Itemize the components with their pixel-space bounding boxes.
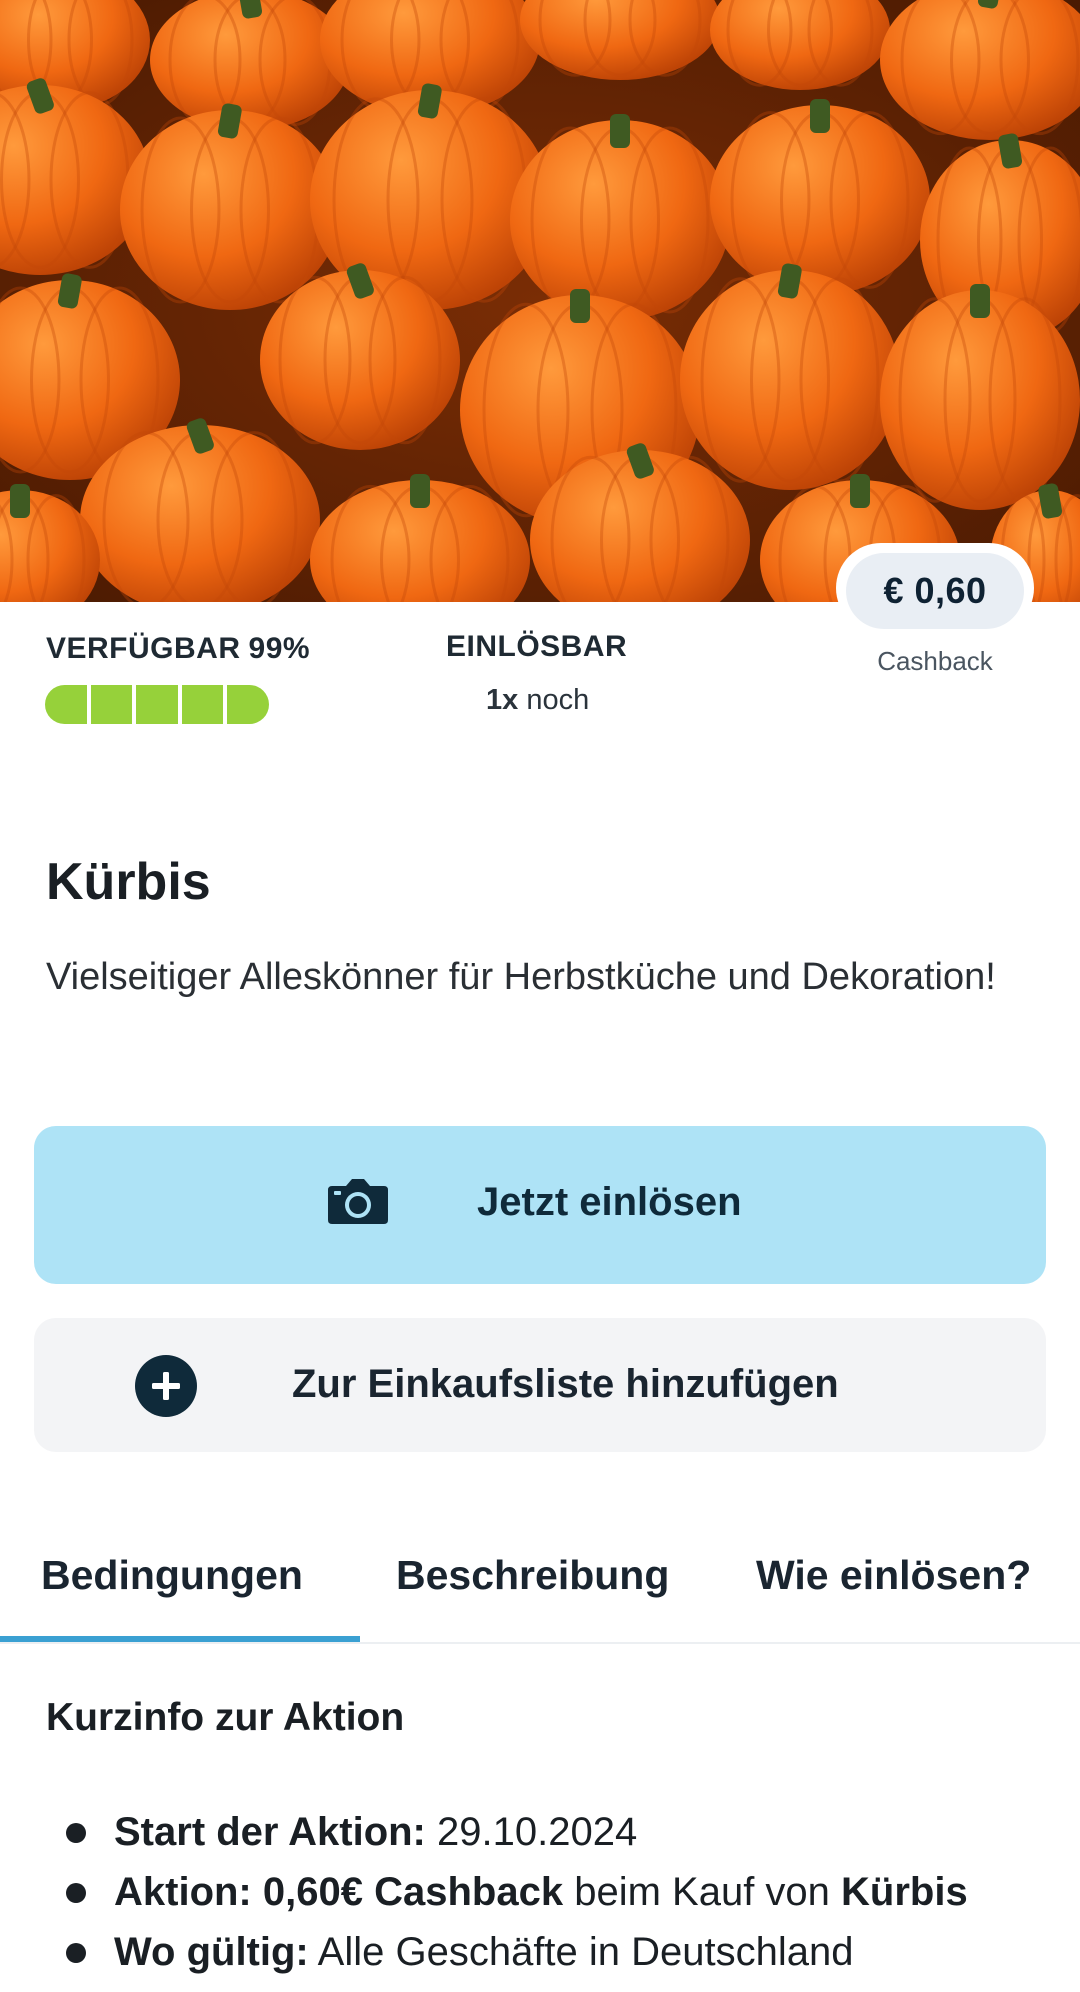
pumpkin-shape bbox=[520, 0, 720, 80]
pumpkin-stem bbox=[410, 474, 430, 508]
availability-bar bbox=[45, 685, 269, 724]
availability-label: VERFÜGBAR 99% bbox=[46, 632, 310, 666]
availability-segment bbox=[136, 685, 178, 724]
tab-how-to-redeem[interactable]: Wie einlösen? bbox=[756, 1552, 1031, 1599]
add-to-shopping-list-button[interactable]: Zur Einkaufsliste hinzufügen bbox=[34, 1318, 1046, 1452]
info-item-key: Wo gültig: bbox=[114, 1930, 309, 1974]
pumpkin-shape bbox=[150, 0, 350, 130]
availability-percent: 99% bbox=[248, 632, 311, 665]
info-item-start: Start der Aktion: 29.10.2024 bbox=[66, 1802, 1066, 1862]
cashback-label: Cashback bbox=[877, 646, 993, 676]
info-item-location: Wo gültig: Alle Geschäfte in Deutschland bbox=[66, 1922, 1066, 1982]
pumpkin-shape bbox=[880, 290, 1080, 510]
redeemable-count-number: 1x bbox=[486, 684, 519, 716]
availability-segment bbox=[90, 685, 133, 724]
add-to-shopping-list-label: Zur Einkaufsliste hinzufügen bbox=[292, 1362, 839, 1406]
pumpkin-stem bbox=[610, 114, 630, 148]
info-item-action: Aktion: 0,60€ Cashback beim Kauf von Kür… bbox=[66, 1862, 1066, 1922]
pumpkins-photo bbox=[0, 0, 1080, 602]
pumpkin-stem bbox=[970, 284, 990, 318]
pumpkin-stem bbox=[10, 484, 30, 518]
info-item-key: Start der Aktion: bbox=[114, 1810, 426, 1854]
redeem-now-button[interactable]: Jetzt einlösen bbox=[34, 1126, 1046, 1284]
product-image bbox=[0, 0, 1080, 602]
info-item-value: Alle Geschäfte in Deutschland bbox=[317, 1930, 854, 1974]
bullet bbox=[66, 1823, 86, 1843]
info-item-key: Aktion: bbox=[114, 1870, 252, 1914]
product-description: Vielseitiger Alleskönner für Herbstküche… bbox=[46, 956, 996, 998]
info-item-value-end: Kürbis bbox=[841, 1870, 968, 1914]
pumpkin-stem bbox=[810, 99, 830, 133]
redeemable-label: EINLÖSBAR bbox=[446, 630, 628, 663]
info-item-value: 29.10.2024 bbox=[437, 1810, 638, 1854]
info-list: Start der Aktion: 29.10.2024 Aktion: 0,6… bbox=[66, 1802, 1066, 1982]
redeemable-count: 1x noch bbox=[486, 684, 589, 717]
availability-segment bbox=[45, 685, 87, 724]
tab-conditions[interactable]: Bedingungen bbox=[41, 1552, 303, 1599]
bullet bbox=[66, 1883, 86, 1903]
pumpkin-shape bbox=[680, 270, 900, 490]
product-title: Kürbis bbox=[46, 853, 211, 911]
active-tab-indicator bbox=[0, 1636, 360, 1642]
tab-description[interactable]: Beschreibung bbox=[396, 1552, 669, 1599]
pumpkin-shape bbox=[710, 105, 930, 295]
pumpkin-shape bbox=[710, 0, 890, 90]
info-item-value-bold: 0,60€ Cashback bbox=[262, 1870, 564, 1914]
camera-icon bbox=[326, 1176, 390, 1231]
pumpkin-shape bbox=[510, 120, 730, 320]
redeem-now-label: Jetzt einlösen bbox=[477, 1180, 742, 1224]
availability-label-text: VERFÜGBAR bbox=[46, 632, 241, 665]
tab-bar: Bedingungen Beschreibung Wie einlösen? bbox=[0, 1540, 1080, 1644]
pumpkin-stem bbox=[850, 474, 870, 508]
info-item-value: beim Kauf von bbox=[574, 1870, 830, 1914]
pumpkin-stem bbox=[570, 289, 590, 323]
bullet bbox=[66, 1943, 86, 1963]
cashback-amount: € 0,60 bbox=[846, 553, 1024, 629]
redeemable-count-suffix: noch bbox=[526, 684, 590, 716]
availability-segment bbox=[227, 685, 269, 724]
availability-segment bbox=[181, 685, 224, 724]
plus-circle-icon bbox=[134, 1354, 198, 1423]
info-heading: Kurzinfo zur Aktion bbox=[46, 1696, 405, 1739]
